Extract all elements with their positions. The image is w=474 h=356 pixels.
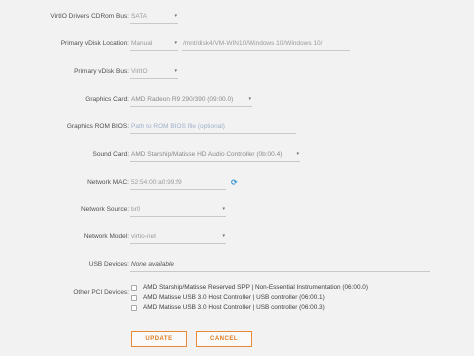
other-pci-list: AMD Starship/Matisse Reserved SPP | Non-… — [131, 283, 431, 313]
vdisk-location-mode-value: Manual — [131, 40, 153, 47]
usb-devices-field: None available — [130, 258, 430, 272]
list-item[interactable]: AMD Matisse USB 3.0 Host Controller | US… — [131, 303, 431, 313]
list-item[interactable]: AMD Starship/Matisse Reserved SPP | Non-… — [131, 283, 431, 293]
network-mac-label: Network MAC: — [87, 179, 129, 186]
update-button[interactable]: UPDATE — [131, 331, 187, 347]
refresh-icon[interactable]: ⟳ — [231, 176, 238, 190]
cancel-button[interactable]: CANCEL — [196, 331, 252, 347]
pci-device-label: AMD Starship/Matisse Reserved SPP | Non-… — [143, 284, 368, 291]
network-source-label: Network Source: — [80, 206, 129, 213]
pci-checkbox[interactable] — [131, 305, 137, 311]
graphics-rom-placeholder: Path to ROM BIOS file (optional) — [131, 123, 225, 130]
usb-devices-label: USB Devices: — [88, 261, 129, 268]
network-model-label: Network Model: — [83, 233, 129, 240]
network-mac-input[interactable]: 52:54:00:a0:99:f9 — [130, 176, 226, 190]
graphics-card-row: Graphics Card: AMD Radeon R9 290/390 (09… — [0, 93, 474, 107]
graphics-rom-input[interactable]: Path to ROM BIOS file (optional) — [130, 120, 296, 134]
chevron-down-icon: ▾ — [174, 40, 177, 46]
vdisk-bus-select[interactable]: VirtIO ▾ — [130, 65, 178, 79]
vdisk-bus-value: VirtIO — [131, 68, 148, 75]
other-pci-label: Other PCI Devices: — [73, 289, 129, 296]
pci-device-label: AMD Matisse USB 3.0 Host Controller | US… — [143, 304, 325, 311]
network-source-value: br0 — [131, 206, 141, 213]
usb-devices-row: USB Devices: None available — [0, 258, 474, 272]
network-source-row: Network Source: br0 ▾ — [0, 203, 474, 217]
vdisk-bus-row: Primary vDisk Bus: VirtIO ▾ — [0, 65, 474, 79]
graphics-rom-label: Graphics ROM BIOS: — [66, 123, 129, 130]
network-model-value: virtio-net — [131, 233, 156, 240]
vdisk-location-path-value: /mnt/disk4/VM-WIN10/Windows 10/Windows 1… — [183, 40, 323, 47]
sound-card-select[interactable]: AMD Starship/Matisse HD Audio Controller… — [130, 148, 300, 162]
vdisk-location-mode-select[interactable]: Manual ▾ — [130, 37, 178, 51]
chevron-down-icon: ▾ — [248, 96, 251, 102]
network-mac-value: 52:54:00:a0:99:f9 — [131, 179, 182, 186]
pci-checkbox[interactable] — [131, 285, 137, 291]
chevron-down-icon: ▾ — [295, 148, 299, 161]
sound-card-value: AMD Starship/Matisse HD Audio Controller… — [131, 151, 283, 158]
network-model-row: Network Model: virtio-net ▾ — [0, 230, 474, 244]
graphics-card-select[interactable]: AMD Radeon R9 290/390 (09:00.0) ▾ — [130, 93, 252, 107]
cdrom-bus-select[interactable]: SATA ▾ — [130, 10, 178, 24]
graphics-rom-row: Graphics ROM BIOS: Path to ROM BIOS file… — [0, 120, 474, 134]
network-model-select[interactable]: virtio-net ▾ — [130, 230, 226, 244]
graphics-card-label: Graphics Card: — [85, 96, 129, 103]
sound-card-row: Sound Card: AMD Starship/Matisse HD Audi… — [0, 148, 474, 162]
cdrom-bus-row: VirtIO Drivers CDRom Bus: SATA ▾ — [0, 10, 474, 24]
chevron-down-icon: ▾ — [222, 206, 225, 212]
pci-checkbox[interactable] — [131, 295, 137, 301]
network-source-select[interactable]: br0 ▾ — [130, 203, 226, 217]
chevron-down-icon: ▾ — [222, 233, 225, 239]
sound-card-label: Sound Card: — [92, 151, 130, 158]
chevron-down-icon: ▾ — [174, 13, 177, 19]
vdisk-bus-label: Primary vDisk Bus: — [74, 68, 129, 75]
cdrom-bus-label: VirtIO Drivers CDRom Bus: — [50, 13, 129, 20]
chevron-down-icon: ▾ — [174, 68, 177, 74]
vdisk-location-row: Primary vDisk Location: Manual ▾ /mnt/di… — [0, 37, 474, 51]
network-mac-row: Network MAC: 52:54:00:a0:99:f9 ⟳ — [0, 176, 474, 190]
pci-device-label: AMD Matisse USB 3.0 Host Controller | US… — [143, 294, 325, 301]
list-item[interactable]: AMD Matisse USB 3.0 Host Controller | US… — [131, 293, 431, 303]
usb-devices-value: None available — [131, 261, 175, 268]
graphics-card-value: AMD Radeon R9 290/390 (09:00.0) — [131, 96, 234, 103]
vdisk-location-path-input[interactable]: /mnt/disk4/VM-WIN10/Windows 10/Windows 1… — [182, 37, 350, 51]
vdisk-location-label: Primary vDisk Location: — [60, 40, 129, 47]
cdrom-bus-value: SATA — [131, 13, 148, 20]
